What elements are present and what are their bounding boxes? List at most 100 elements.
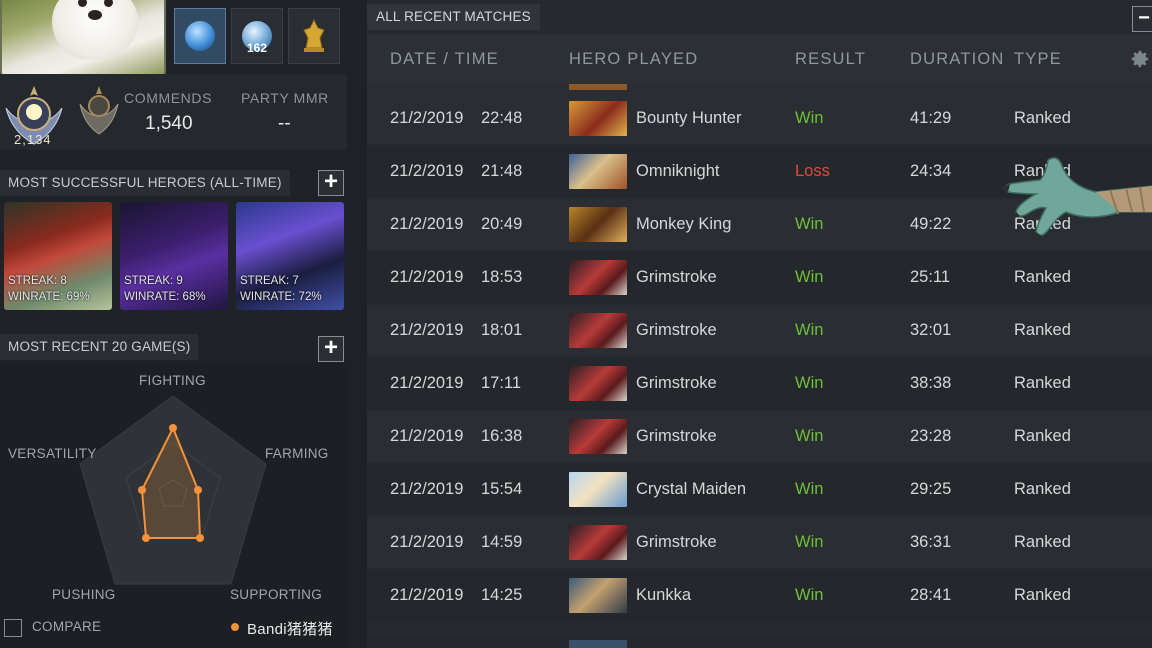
match-type: Ranked bbox=[1014, 268, 1071, 286]
match-duration: 32:01 bbox=[910, 321, 952, 339]
table-row[interactable]: 21/2/2019 14:59 Grimstroke Win 36:31 Ranked bbox=[367, 517, 1152, 568]
hero-card-winrate: WINRATE: 72% bbox=[240, 291, 322, 303]
match-result: Win bbox=[795, 427, 824, 445]
tab-all-recent-matches[interactable]: ALL RECENT MATCHES bbox=[367, 4, 540, 30]
match-result: Loss bbox=[795, 162, 830, 180]
table-row[interactable]: 21/2/2019 15:54 Crystal Maiden Win 29:25 Rank… bbox=[367, 464, 1152, 515]
table-row-partial bbox=[367, 84, 1152, 93]
match-hero-name: Kunkka bbox=[636, 586, 692, 604]
gold-trophy-icon bbox=[303, 18, 325, 52]
matches-table-header: DATE / TIME HERO PLAYED RESULT DURATION … bbox=[367, 34, 1152, 84]
heroes-section-title: MOST SUCCESSFUL HEROES (ALL-TIME) bbox=[0, 170, 290, 196]
hero-card-1[interactable]: STREAK: 8 WINRATE: 69% bbox=[4, 202, 112, 310]
recent-games-section-title: MOST RECENT 20 GAME(S) bbox=[0, 334, 199, 360]
match-date: 21/2/2019 bbox=[390, 268, 464, 286]
commends-value: 1,540 bbox=[145, 113, 193, 134]
match-type: Ranked bbox=[1014, 109, 1071, 127]
table-row[interactable]: 21/2/2019 20:49 Monkey King Win 49:22 Ranked bbox=[367, 199, 1152, 250]
hero-portrait-icon bbox=[569, 366, 627, 401]
trophy-slot-1[interactable] bbox=[174, 8, 226, 64]
compare-label: COMPARE bbox=[32, 619, 102, 634]
gear-icon[interactable] bbox=[1129, 48, 1151, 70]
match-result: Win bbox=[795, 215, 824, 233]
hero-portrait-icon bbox=[569, 101, 627, 136]
match-time: 17:11 bbox=[481, 374, 522, 392]
match-duration: 38:38 bbox=[910, 374, 952, 392]
hero-card-streak: STREAK: 7 bbox=[240, 275, 299, 287]
hero-portrait-icon bbox=[569, 419, 627, 454]
match-type: Ranked bbox=[1014, 215, 1071, 233]
table-row[interactable]: 21/2/2019 14:25 Kunkka Win 28:41 Ranked bbox=[367, 570, 1152, 621]
hero-portrait-icon bbox=[569, 313, 627, 348]
match-result: Win bbox=[795, 321, 824, 339]
collapse-button[interactable]: − bbox=[1132, 6, 1152, 32]
header-type[interactable]: TYPE bbox=[1014, 50, 1062, 69]
match-duration: 49:22 bbox=[910, 215, 952, 233]
dog-avatar-image bbox=[52, 0, 138, 60]
match-type: Ranked bbox=[1014, 533, 1071, 551]
match-duration: 41:29 bbox=[910, 109, 952, 127]
hero-card-streak: STREAK: 9 bbox=[124, 275, 183, 287]
table-row[interactable]: 21/2/2019 22:48 Bounty Hunter Win 41:29 Ranke… bbox=[367, 93, 1152, 144]
header-duration[interactable]: DURATION bbox=[910, 50, 1005, 69]
match-time: 14:25 bbox=[481, 586, 523, 604]
match-date: 21/2/2019 bbox=[390, 533, 464, 551]
hero-portrait-icon bbox=[569, 154, 627, 189]
table-row[interactable]: 21/2/2019 18:01 Grimstroke Win 32:01 Ranked bbox=[367, 305, 1152, 356]
table-row[interactable]: 21/2/2019 17:11 Grimstroke Win 38:38 Ranked bbox=[367, 358, 1152, 409]
hero-card-winrate: WINRATE: 68% bbox=[124, 291, 206, 303]
legend-dot-icon bbox=[231, 623, 239, 631]
blue-gem-trophy-icon bbox=[185, 21, 215, 51]
hero-card-2[interactable]: STREAK: 9 WINRATE: 68% bbox=[120, 202, 228, 310]
match-type: Ranked bbox=[1014, 321, 1071, 339]
table-row[interactable]: 21/2/2019 16:38 Grimstroke Win 23:28 Ranked bbox=[367, 411, 1152, 462]
match-date: 21/2/2019 bbox=[390, 321, 464, 339]
match-hero-name: Crystal Maiden bbox=[636, 480, 747, 498]
table-row[interactable]: 21/2/2019 21:48 Omniknight Loss 24:34 Ranked bbox=[367, 146, 1152, 197]
header-date[interactable]: DATE / TIME bbox=[390, 50, 499, 69]
match-hero-name: Grimstroke bbox=[636, 268, 717, 286]
header-hero[interactable]: HERO PLAYED bbox=[569, 50, 698, 69]
match-date: 21/2/2019 bbox=[390, 162, 464, 180]
add-recent-button[interactable]: + bbox=[318, 336, 344, 362]
header-result[interactable]: RESULT bbox=[795, 50, 866, 69]
hero-portrait-icon bbox=[569, 578, 627, 613]
profile-avatar[interactable] bbox=[0, 0, 166, 78]
match-hero-name: Omniknight bbox=[636, 162, 720, 180]
match-result: Win bbox=[795, 109, 824, 127]
add-hero-button[interactable]: + bbox=[318, 170, 344, 196]
match-duration: 24:34 bbox=[910, 162, 952, 180]
commends-label: COMMENDS bbox=[124, 90, 213, 106]
compare-checkbox[interactable] bbox=[4, 619, 22, 637]
match-hero-name: Grimstroke bbox=[636, 321, 717, 339]
match-time: 15:54 bbox=[481, 480, 523, 498]
match-time: 20:49 bbox=[481, 215, 523, 233]
match-hero-name: Grimstroke bbox=[636, 533, 717, 551]
secondary-medal-icon bbox=[79, 86, 119, 135]
match-result: Win bbox=[795, 480, 824, 498]
match-date: 21/2/2019 bbox=[390, 109, 464, 127]
table-row-partial bbox=[367, 637, 1152, 648]
table-row[interactable]: 21/2/2019 18:53 Grimstroke Win 25:11 Ranked bbox=[367, 252, 1152, 303]
trophy-slot-2[interactable]: 162 bbox=[231, 8, 283, 64]
hero-portrait-icon bbox=[569, 472, 627, 507]
match-hero-name: Monkey King bbox=[636, 215, 732, 233]
match-duration: 36:31 bbox=[910, 533, 952, 551]
radar-axis-fighting: FIGHTING bbox=[139, 373, 206, 388]
playstyle-radar-chart bbox=[79, 395, 267, 585]
match-time: 14:59 bbox=[481, 533, 523, 551]
match-type: Ranked bbox=[1014, 586, 1071, 604]
match-date: 21/2/2019 bbox=[390, 480, 464, 498]
match-result: Win bbox=[795, 533, 824, 551]
match-result: Win bbox=[795, 586, 824, 604]
match-duration: 28:41 bbox=[910, 586, 952, 604]
hero-card-streak: STREAK: 8 bbox=[8, 275, 67, 287]
match-time: 21:48 bbox=[481, 162, 523, 180]
profile-left-panel: 162 2,134 COMMENDS 1,540 PARTY MMR -- MO… bbox=[0, 0, 347, 648]
match-result: Win bbox=[795, 268, 824, 286]
hero-card-3[interactable]: STREAK: 7 WINRATE: 72% bbox=[236, 202, 344, 310]
match-date: 21/2/2019 bbox=[390, 427, 464, 445]
trophy-slot-3[interactable] bbox=[288, 8, 340, 64]
match-time: 16:38 bbox=[481, 427, 523, 445]
match-hero-name: Grimstroke bbox=[636, 374, 717, 392]
